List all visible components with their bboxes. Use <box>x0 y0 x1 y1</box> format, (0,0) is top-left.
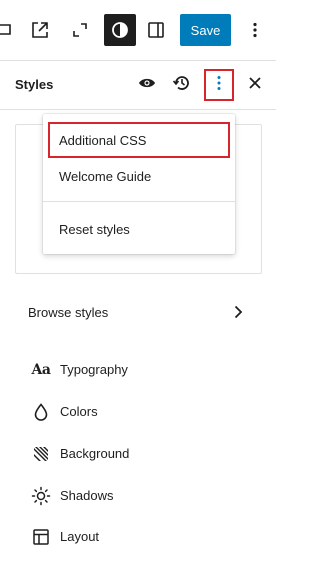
nav-item-label: Typography <box>60 362 128 377</box>
nav-item-label: Layout <box>60 529 100 544</box>
nav-item-label: Background <box>60 446 130 461</box>
more-styles-actions-button[interactable] <box>204 69 234 101</box>
close-panel-button[interactable] <box>240 70 270 100</box>
nav-item-shadows[interactable]: Shadows <box>15 478 262 514</box>
block-partial-button[interactable] <box>0 14 20 46</box>
layout-icon <box>29 525 53 549</box>
browse-styles-item[interactable]: Browse styles <box>15 294 262 330</box>
panel-title: Styles <box>15 77 54 92</box>
styles-toggle-button[interactable] <box>104 14 136 46</box>
style-book-button[interactable] <box>132 70 162 100</box>
nav-item-typography[interactable]: Aa Typography <box>15 352 262 388</box>
background-icon <box>29 442 53 466</box>
revisions-icon <box>172 73 192 98</box>
more-options-icon <box>245 20 265 40</box>
nav-item-label: Shadows <box>60 488 114 503</box>
close-icon <box>245 73 265 98</box>
menu-item-additional-css[interactable]: Additional CSS <box>48 122 230 158</box>
menu-item-welcome-guide[interactable]: Welcome Guide <box>48 158 230 194</box>
styles-actions-menu: Additional CSS Welcome Guide Reset style… <box>43 114 235 254</box>
nav-item-layout[interactable]: Layout <box>15 519 262 555</box>
browse-styles-label: Browse styles <box>28 304 109 320</box>
nav-item-background[interactable]: Background <box>15 436 262 472</box>
styles-panel-header: Styles <box>0 60 276 110</box>
external-link-icon <box>30 20 50 40</box>
block-partial-icon <box>0 20 14 40</box>
chevron-right-icon <box>230 304 246 323</box>
fullscreen-button[interactable] <box>64 14 96 46</box>
settings-sidebar-button[interactable] <box>140 14 172 46</box>
nav-item-label: Colors <box>60 404 98 419</box>
view-site-button[interactable] <box>24 14 56 46</box>
shadow-icon <box>29 484 53 508</box>
menu-item-reset-styles[interactable]: Reset styles <box>48 211 230 247</box>
contrast-icon <box>110 20 130 40</box>
nav-item-colors[interactable]: Colors <box>15 394 262 430</box>
options-button[interactable] <box>239 14 271 46</box>
fullscreen-icon <box>70 20 90 40</box>
revisions-button[interactable] <box>167 70 197 100</box>
typography-icon: Aa <box>31 362 51 378</box>
save-button[interactable]: Save <box>180 14 231 46</box>
droplet-icon <box>29 400 53 424</box>
menu-divider <box>43 201 235 202</box>
eye-icon <box>137 73 157 98</box>
editor-toolbar: Save <box>0 0 276 60</box>
more-vertical-icon <box>209 73 229 98</box>
sidebar-toggle-icon <box>146 20 166 40</box>
